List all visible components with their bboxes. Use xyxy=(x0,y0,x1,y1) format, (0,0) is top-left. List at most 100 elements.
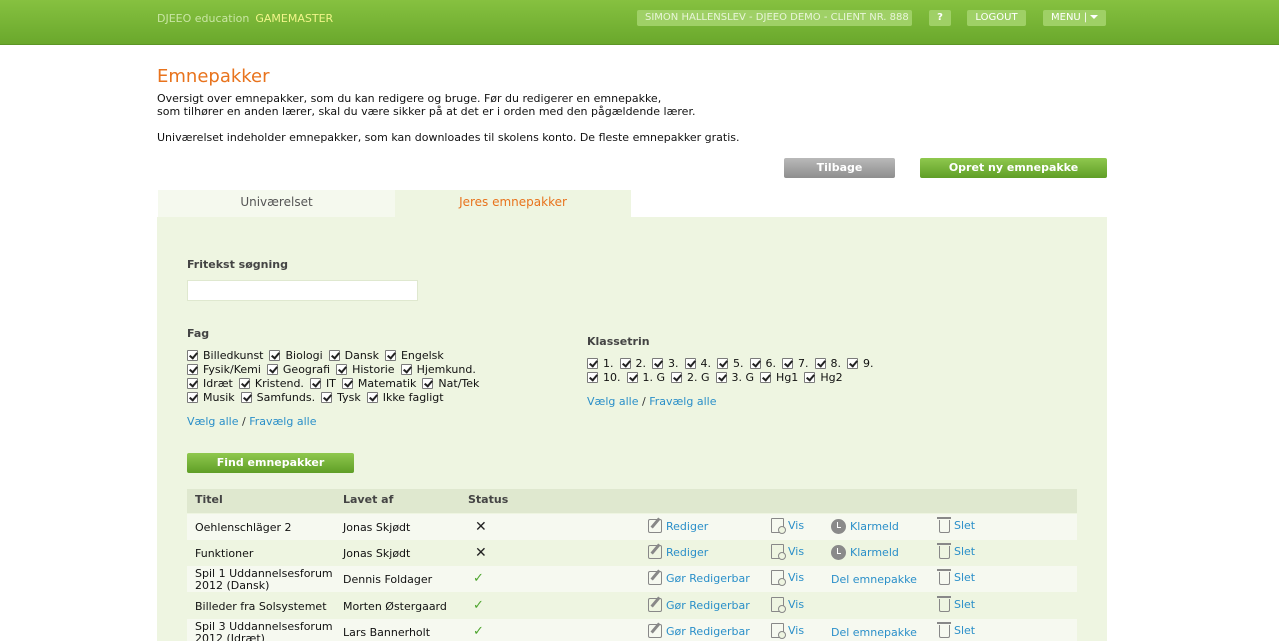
klassetrin-checkbox-item[interactable]: 1. G xyxy=(626,371,665,384)
fag-deselect-all-link[interactable]: Fravælg alle xyxy=(249,415,316,428)
view-action[interactable]: Vis xyxy=(771,570,804,586)
view-action[interactable]: Vis xyxy=(771,518,804,534)
fag-checkbox-item[interactable]: Geografi xyxy=(266,363,330,376)
logout-button[interactable]: LOGOUT xyxy=(967,10,1026,26)
fag-checkbox-item[interactable]: IT xyxy=(309,377,336,390)
delete-action[interactable]: Slet xyxy=(937,517,975,533)
checkbox-checked-icon[interactable] xyxy=(652,357,663,369)
checkbox-checked-icon[interactable] xyxy=(715,371,727,383)
fag-checkbox-item[interactable]: Fysik/Kemi xyxy=(187,363,261,376)
fag-checkbox-item[interactable]: Hjemkund. xyxy=(400,363,476,376)
checkbox-checked-icon[interactable] xyxy=(187,349,198,361)
edit-action[interactable]: Gør Redigerbar xyxy=(648,624,750,638)
fag-checkbox-item[interactable]: Musik xyxy=(187,391,235,404)
checkbox-checked-icon[interactable] xyxy=(749,357,761,369)
tab-univaerelset[interactable]: Univærelset xyxy=(158,190,395,217)
menu-button[interactable]: MENU | xyxy=(1043,10,1106,26)
klassetrin-checkbox-item[interactable]: 5. xyxy=(717,357,744,370)
share-package-action[interactable]: Del emnepakke xyxy=(831,626,917,639)
fag-checkbox-item[interactable]: Kristend. xyxy=(238,377,304,390)
fag-checkbox-item[interactable]: Tysk xyxy=(321,391,361,404)
checkbox-checked-icon[interactable] xyxy=(587,357,598,369)
checkbox-checked-icon[interactable] xyxy=(341,377,353,389)
fag-checkbox-item[interactable]: Biologi xyxy=(269,349,323,362)
klassetrin-checkbox-item[interactable]: 2. xyxy=(619,357,646,370)
fag-checkbox-item[interactable]: Dansk xyxy=(328,349,379,362)
view-action[interactable]: Vis xyxy=(771,597,804,613)
checkbox-checked-icon[interactable] xyxy=(309,377,321,389)
checkbox-checked-icon[interactable] xyxy=(187,363,198,375)
delete-action[interactable]: Slet xyxy=(937,596,975,612)
delete-action[interactable]: Slet xyxy=(937,543,975,559)
back-button[interactable]: Tilbage xyxy=(784,158,895,178)
klassetrin-checkbox-item[interactable]: Hg1 xyxy=(760,371,798,384)
checkbox-checked-icon[interactable] xyxy=(760,371,772,383)
delete-action[interactable]: Slet xyxy=(937,622,975,638)
create-package-button[interactable]: Opret ny emnepakke xyxy=(920,158,1107,178)
checkbox-checked-icon[interactable] xyxy=(366,391,378,403)
edit-action[interactable]: Rediger xyxy=(648,519,708,533)
delete-action[interactable]: Slet xyxy=(937,569,975,585)
share-package-action[interactable]: Del emnepakke xyxy=(831,573,917,586)
checkbox-checked-icon[interactable] xyxy=(626,371,638,383)
checkbox-checked-icon[interactable] xyxy=(400,363,412,375)
brand[interactable]: DJEEO education GAMEMASTER xyxy=(157,12,333,25)
klassetrin-checkbox-item[interactable]: 9. xyxy=(847,357,874,370)
klassetrin-checkbox-item[interactable]: 4. xyxy=(684,357,711,370)
klassetrin-checkbox-item[interactable]: 6. xyxy=(749,357,776,370)
help-button[interactable]: ? xyxy=(929,10,951,26)
checkbox-checked-icon[interactable] xyxy=(240,391,252,403)
fag-select-all-link[interactable]: Vælg alle xyxy=(187,415,238,428)
klassetrin-checkbox-item[interactable]: 1. xyxy=(587,357,614,370)
klarmeld-action[interactable]: Klarmeld xyxy=(831,519,899,534)
checkbox-checked-icon[interactable] xyxy=(847,357,858,369)
klassetrin-checkbox-item[interactable]: 7. xyxy=(782,357,809,370)
klassetrin-checkbox-item[interactable]: 3. xyxy=(652,357,679,370)
column-header-title[interactable]: Titel xyxy=(195,493,223,506)
checkbox-checked-icon[interactable] xyxy=(671,371,683,383)
checkbox-checked-icon[interactable] xyxy=(269,349,281,361)
view-action[interactable]: Vis xyxy=(771,623,804,639)
fag-checkbox-item[interactable]: Engelsk xyxy=(384,349,444,362)
checkbox-checked-icon[interactable] xyxy=(187,391,198,403)
klassetrin-checkbox-item[interactable]: 10. xyxy=(587,371,621,384)
search-input[interactable] xyxy=(187,280,418,301)
klassetrin-checkbox-item[interactable]: Hg2 xyxy=(804,371,843,384)
fag-checkbox-item[interactable]: Nat/Tek xyxy=(422,377,479,390)
fag-checkbox-item[interactable]: Matematik xyxy=(341,377,416,390)
fag-checkbox-item[interactable]: Billedkunst xyxy=(187,349,263,362)
checkbox-checked-icon[interactable] xyxy=(587,371,598,383)
fag-checkbox-item[interactable]: Ikke fagligt xyxy=(366,391,444,404)
checkbox-checked-icon[interactable] xyxy=(238,377,250,389)
checkbox-checked-icon[interactable] xyxy=(328,349,340,361)
fag-checkbox-item[interactable]: Idræt xyxy=(187,377,233,390)
find-packages-button[interactable]: Find emnepakker xyxy=(187,453,354,473)
klassetrin-deselect-all-link[interactable]: Fravælg alle xyxy=(649,395,716,408)
user-info[interactable]: SIMON HALLENSLEV - DJEEO DEMO - CLIENT N… xyxy=(637,10,912,26)
edit-action[interactable]: Rediger xyxy=(648,545,708,559)
tab-jeres-emnepakker[interactable]: Jeres emnepakker xyxy=(395,190,631,217)
checkbox-checked-icon[interactable] xyxy=(266,363,278,375)
klassetrin-checkbox-item[interactable]: 3. G xyxy=(715,371,754,384)
checkbox-checked-icon[interactable] xyxy=(384,349,396,361)
klassetrin-checkbox-item[interactable]: 8. xyxy=(814,357,841,370)
checkbox-checked-icon[interactable] xyxy=(782,357,793,369)
checkbox-checked-icon[interactable] xyxy=(187,377,198,389)
checkbox-checked-icon[interactable] xyxy=(321,391,333,403)
column-header-status[interactable]: Status xyxy=(468,493,508,506)
edit-action[interactable]: Gør Redigerbar xyxy=(648,598,750,612)
checkbox-checked-icon[interactable] xyxy=(422,377,434,389)
klarmeld-action[interactable]: Klarmeld xyxy=(831,545,899,560)
checkbox-checked-icon[interactable] xyxy=(717,357,728,369)
klassetrin-select-all-link[interactable]: Vælg alle xyxy=(587,395,638,408)
checkbox-checked-icon[interactable] xyxy=(804,371,816,383)
edit-action[interactable]: Gør Redigerbar xyxy=(648,571,750,585)
checkbox-checked-icon[interactable] xyxy=(684,357,696,369)
checkbox-checked-icon[interactable] xyxy=(619,357,631,369)
klassetrin-checkbox-item[interactable]: 2. G xyxy=(671,371,710,384)
fag-checkbox-item[interactable]: Historie xyxy=(336,363,395,376)
column-header-author[interactable]: Lavet af xyxy=(343,493,393,506)
fag-checkbox-item[interactable]: Samfunds. xyxy=(240,391,315,404)
checkbox-checked-icon[interactable] xyxy=(336,363,348,375)
checkbox-checked-icon[interactable] xyxy=(814,357,826,369)
